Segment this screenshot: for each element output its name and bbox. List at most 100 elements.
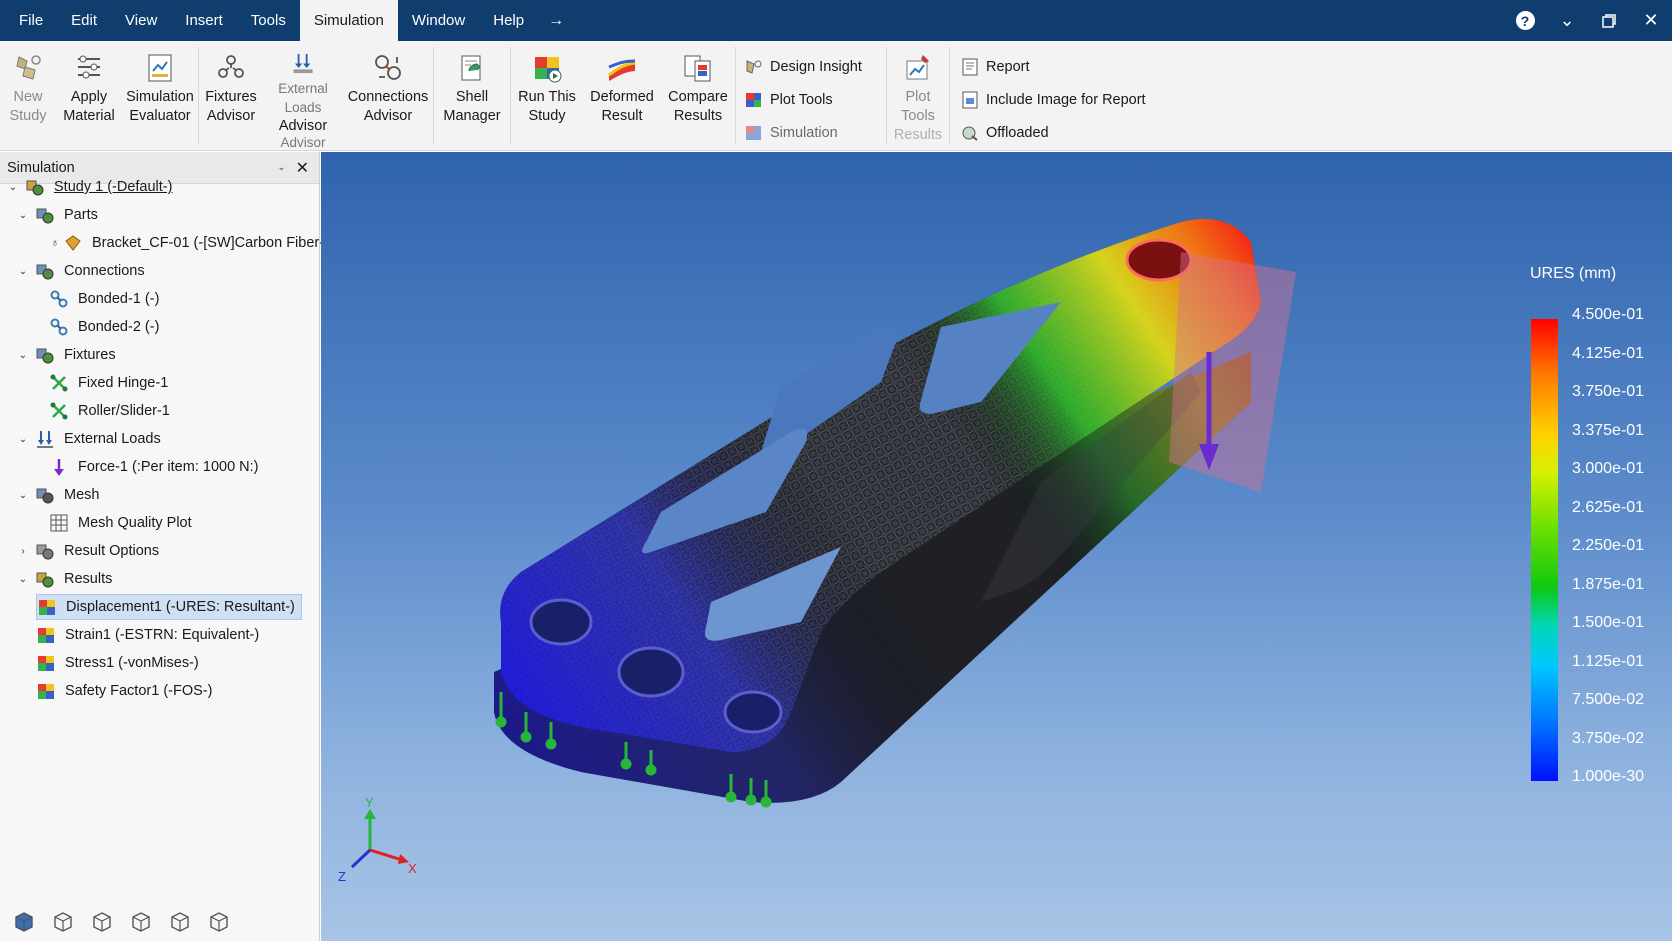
fixtures-advisor-label: Fixtures (205, 89, 257, 105)
tree-node-4[interactable]: Bonded-1 (-) (49, 286, 159, 312)
view-wireframe-icon[interactable] (52, 911, 74, 933)
tree-node-13[interactable]: › Result Options (17, 538, 159, 564)
apply-material-label-2: Material (63, 108, 115, 124)
tree-node-17[interactable]: Stress1 (-vonMises-) (36, 650, 199, 676)
legend-label: 1.125e-01 (1572, 652, 1645, 670)
report-button[interactable]: Report (960, 50, 1170, 83)
chevron-down-icon[interactable]: ⌄ (17, 210, 29, 221)
chevron-down-icon[interactable]: ⌄ (17, 434, 29, 445)
restore-icon[interactable] (1588, 0, 1630, 41)
fixtures-advisor-button[interactable]: Fixtures Advisor (199, 41, 263, 150)
tree-node-7[interactable]: Fixed Hinge-1 (49, 370, 168, 396)
shell-manager-button[interactable]: Shell Manager (434, 41, 510, 150)
mesh-icon (35, 485, 55, 505)
chevron-down-icon[interactable]: ⌄ (277, 162, 285, 173)
external-loads-advisor-button[interactable]: External Loads Advisor Advisor (263, 41, 343, 150)
new-study-button[interactable]: New Study (0, 41, 56, 150)
external-loads-label-3: Advisor (280, 135, 326, 150)
tree-node-3[interactable]: ⌄ Connections (17, 258, 145, 284)
force-icon (49, 457, 69, 477)
chevron-down-icon[interactable]: ⌄ (7, 182, 19, 193)
tree-node-18[interactable]: Safety Factor1 (-FOS-) (36, 678, 212, 704)
tree-node-label: Strain1 (-ESTRN: Equivalent-) (65, 627, 260, 643)
run-this-study-button[interactable]: Run This Study (511, 41, 583, 150)
menu-edit[interactable]: Edit (57, 0, 111, 41)
graphics-viewport[interactable] (321, 152, 1672, 941)
tree-node-11[interactable]: ⌄ Mesh (17, 482, 99, 508)
tree-node-1[interactable]: ⌄ Parts (17, 202, 98, 228)
menu-tools[interactable]: Tools (237, 0, 300, 41)
axis-y-label: Y (365, 795, 374, 810)
tree-node-label: Safety Factor1 (-FOS-) (65, 683, 213, 699)
fixture-icon (49, 373, 69, 393)
help-button[interactable]: ? (1504, 0, 1546, 41)
chevron-right-icon[interactable]: › (17, 546, 29, 557)
view-probe-icon[interactable] (169, 911, 191, 933)
menu-simulation[interactable]: Simulation (299, 0, 398, 41)
legend-label: 3.750e-01 (1572, 383, 1645, 400)
plot-tools-results-button[interactable]: Plot Tools Results (887, 41, 949, 150)
legend-label: 1.500e-01 (1572, 614, 1645, 631)
include-image-button[interactable]: Include Image for Report (960, 83, 1170, 116)
legend-color-bar (1531, 319, 1558, 781)
tree-node-label: Stress1 (-vonMises-) (65, 655, 199, 671)
tree-node-14[interactable]: ⌄ Results (17, 566, 112, 592)
plot-tools-button[interactable]: Plot Tools (744, 83, 886, 116)
menu-help[interactable]: Help (479, 0, 538, 41)
compare-results-button[interactable]: Compare Results (661, 41, 735, 150)
tree-node-12[interactable]: Mesh Quality Plot (49, 510, 192, 536)
bonded-icon (49, 317, 69, 337)
compare-results-icon (684, 55, 711, 82)
legend-title: URES (mm) (1530, 265, 1617, 282)
view-isometric-icon[interactable] (130, 911, 152, 933)
menu-view[interactable]: View (111, 0, 171, 41)
design-insight-button[interactable]: Design Insight (744, 50, 886, 83)
view-pin-icon[interactable] (208, 911, 230, 933)
include-image-label: Include Image for Report (986, 91, 1146, 108)
simulation-small-button[interactable]: Simulation (744, 117, 886, 150)
menu-file[interactable]: File (0, 0, 57, 41)
view-hidden-lines-icon[interactable] (91, 911, 113, 933)
menu-window[interactable]: Window (398, 0, 479, 41)
legend-label: 4.125e-01 (1572, 344, 1645, 362)
tree-node-5[interactable]: Bonded-2 (-) (49, 314, 159, 340)
tree-node-0[interactable]: ⌄ Study 1 (-Default-) (7, 174, 172, 200)
view-shaded-icon[interactable] (13, 911, 35, 933)
run-this-study-label-2: Study (528, 108, 566, 124)
tree-node-16[interactable]: Strain1 (-ESTRN: Equivalent-) (36, 622, 259, 648)
tree-node-10[interactable]: Force-1 (:Per item: 1000 N:) (49, 454, 259, 480)
connections-advisor-button[interactable]: Connections Advisor (343, 41, 433, 150)
close-panel-icon[interactable]: ✕ (296, 158, 309, 178)
figure-icon: ♁ (50, 237, 60, 249)
chevron-down-icon[interactable]: ⌄ (17, 350, 29, 361)
tree-node-6[interactable]: ⌄ Fixtures (17, 342, 116, 368)
design-insight-label: Design Insight (770, 58, 862, 75)
connections-advisor-label: Connections (347, 89, 429, 105)
compare-results-label-2: Results (673, 108, 723, 124)
deformed-result-button[interactable]: Deformed Result (583, 41, 661, 150)
arrow-right-icon[interactable]: → (538, 0, 574, 41)
tree-node-15[interactable]: Displacement1 (-URES: Resultant-) (36, 594, 302, 620)
shell-manager-label-2: Manager (443, 108, 501, 124)
result-plot-icon (36, 653, 56, 673)
report-label: Report (986, 58, 1030, 75)
tree-node-label: Parts (64, 207, 98, 223)
close-icon[interactable]: ✕ (1630, 0, 1672, 41)
chevron-down-icon[interactable]: ⌄ (17, 266, 29, 277)
design-insight-icon (746, 59, 762, 74)
minimize-icon[interactable]: ⌄ (1546, 0, 1588, 41)
simulation-small-icon (746, 126, 761, 141)
apply-material-button[interactable]: Apply Material (56, 41, 122, 150)
chevron-down-icon[interactable]: ⌄ (17, 574, 29, 585)
tree-node-2[interactable]: ♁ Bracket_CF-01 (-[SW]Carbon Fiber-) (49, 230, 329, 256)
tree-node-8[interactable]: Roller/Slider-1 (49, 398, 170, 424)
tree-node-label: Force-1 (:Per item: 1000 N:) (78, 459, 259, 475)
offloaded-button[interactable]: Offloaded (960, 117, 1170, 150)
tree-node-9[interactable]: ⌄ External Loads (17, 426, 161, 452)
axis-z-label: Z (338, 869, 346, 884)
new-study-label-2: Study (9, 108, 47, 124)
simulation-evaluator-button[interactable]: Simulation Evaluator (122, 41, 198, 150)
chevron-down-icon[interactable]: ⌄ (17, 490, 29, 501)
menu-insert[interactable]: Insert (171, 0, 237, 41)
simulation-small-label: Simulation (770, 125, 838, 142)
